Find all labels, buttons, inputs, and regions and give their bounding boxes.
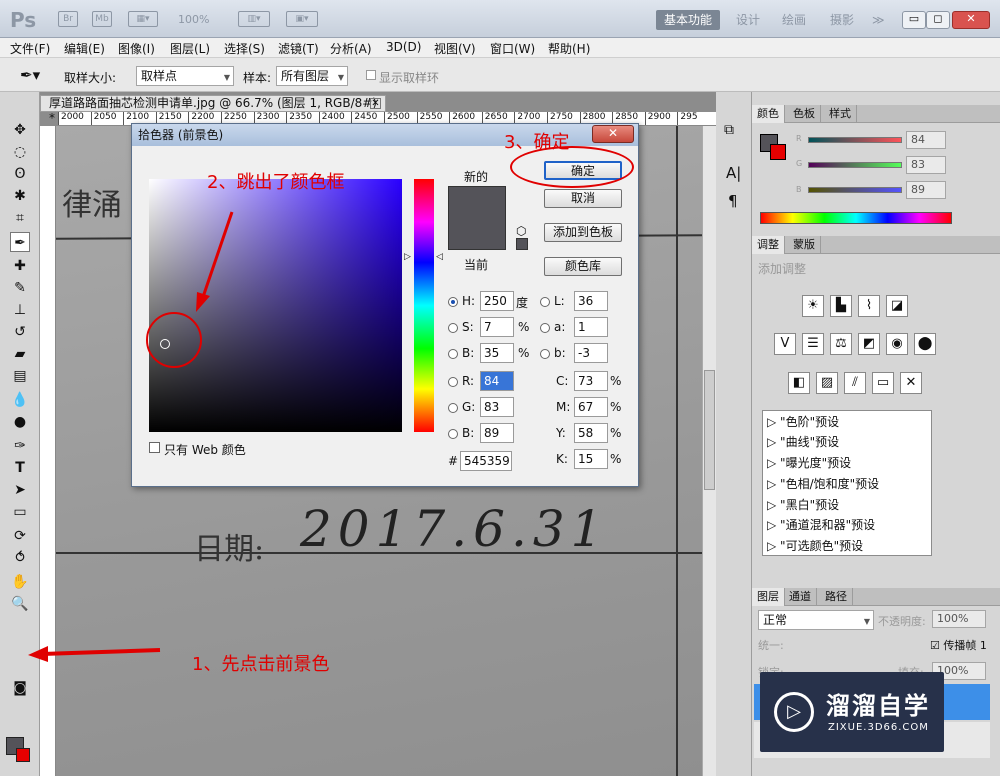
arrow-head — [196, 292, 210, 312]
annotation-arrows — [28, 211, 234, 662]
arrow-head — [28, 646, 48, 662]
arrow-to-foreground — [41, 648, 161, 656]
arrow-to-field — [200, 211, 234, 301]
